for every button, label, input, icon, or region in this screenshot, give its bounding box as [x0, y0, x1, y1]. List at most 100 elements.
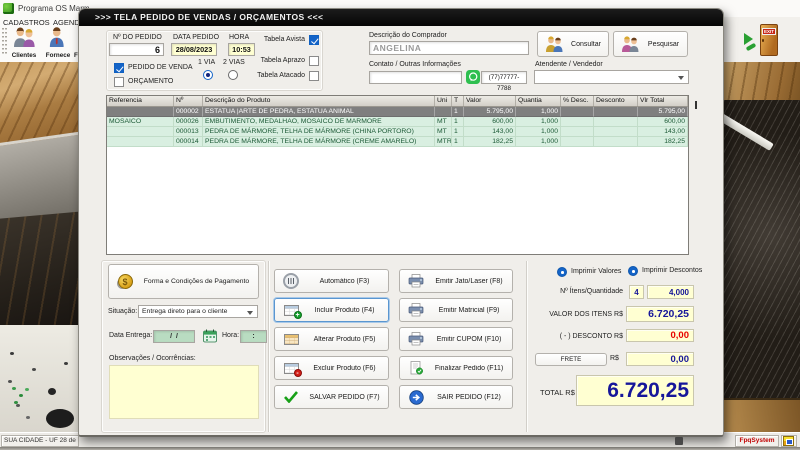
hora-pedido-field[interactable] — [228, 43, 255, 56]
calendar-icon[interactable] — [203, 329, 217, 348]
table-row[interactable]: MOSAICO000026 EMBUTIMENTO, MEDALHAO, MOS… — [107, 117, 688, 127]
observacoes-textarea[interactable] — [109, 365, 259, 419]
pagamento-button[interactable]: Forma e Condições de Pagamento — [108, 264, 259, 299]
people-icon — [11, 27, 37, 47]
menu-cadastros[interactable]: CADASTROS — [3, 18, 50, 27]
finalizar-pedido-button[interactable]: Finalizar Pedido (F11) — [399, 356, 513, 380]
printer-icon — [406, 274, 426, 288]
data-pedido-label: DATA PEDIDO — [173, 34, 219, 41]
printer-icon — [406, 303, 426, 317]
fpqsystem-icon — [783, 436, 794, 446]
total-value: 6.720,25 — [576, 375, 694, 406]
toolbar-clientes-button[interactable]: Clientes — [8, 27, 40, 59]
people-icon — [544, 36, 564, 52]
grid-edit-cursor — [695, 101, 697, 109]
frete-button[interactable]: FRETE — [535, 353, 607, 366]
tabela-avista-checkbox[interactable] — [309, 35, 319, 45]
consultar-button[interactable]: Consultar — [537, 31, 609, 57]
data-entrega-field[interactable] — [153, 330, 195, 343]
sair-pedido-button[interactable]: SAIR PEDIDO (F12) — [399, 385, 513, 409]
consultar-label: Consultar — [564, 41, 608, 48]
observacoes-label: Observações / Ocorrências: — [109, 355, 196, 362]
table-row-selected[interactable]: 000002 ESTATUA |ARTE DE PEDRA, ESTATUA A… — [107, 107, 688, 117]
salvar-pedido-button[interactable]: SALVAR PEDIDO (F7) — [274, 385, 389, 409]
data-pedido-field[interactable] — [171, 43, 217, 56]
tabela-aprazo-checkbox[interactable] — [309, 56, 319, 66]
emitir-matricial-button[interactable]: Emitir Matricial (F9) — [399, 298, 513, 322]
exit-door-icon[interactable]: EXIT — [744, 23, 780, 60]
situacao-select[interactable]: Entrega direto para o cliente — [138, 305, 258, 318]
grid-add-icon — [281, 305, 301, 316]
people-icon — [620, 36, 640, 52]
check-icon — [281, 391, 301, 403]
descricao-comprador-label: Descrição do Comprador — [369, 32, 447, 39]
chevron-down-icon — [247, 311, 253, 318]
frete-value[interactable]: 0,00 — [626, 352, 694, 366]
numero-pedido-field[interactable] — [109, 43, 164, 56]
hora-entrega-field[interactable] — [240, 330, 267, 343]
atendente-select[interactable] — [534, 70, 689, 84]
phone-field[interactable]: (77)77777-7788 — [481, 71, 527, 84]
products-grid[interactable]: Referencia Nº Descrição do Produto Uni T… — [106, 95, 689, 255]
hora-entrega-label: Hora: — [222, 332, 239, 339]
descricao-comprador-field[interactable] — [369, 41, 529, 55]
pesquisar-label: Pesquisar — [640, 41, 687, 48]
contato-field[interactable] — [369, 71, 462, 84]
incluir-produto-button[interactable]: Incluir Produto (F4) — [274, 298, 389, 322]
itens-quantidade-label: Nº Ítens/Quantidade — [509, 288, 623, 295]
menu-agenda[interactable]: AGEND — [53, 18, 80, 27]
quantidade-value: 4,000 — [647, 285, 694, 299]
whatsapp-icon[interactable] — [466, 70, 480, 89]
dialog-title[interactable]: >>> TELA PEDIDO DE VENDAS / ORÇAMENTOS <… — [79, 9, 723, 26]
barcode-circle-icon — [281, 273, 301, 289]
imprimir-valores-radio[interactable] — [557, 267, 567, 277]
situacao-label: Situação: — [108, 308, 137, 315]
pagamento-label: Forma e Condições de Pagamento — [135, 278, 258, 285]
imprimir-descontos-label: Imprimir Descontos — [642, 267, 702, 274]
via1-label: 1 VIA — [198, 59, 215, 66]
via1-radio[interactable] — [203, 70, 213, 80]
grid-edit-icon — [281, 334, 301, 345]
marble-photo-left — [0, 57, 78, 432]
pedido-vendas-dialog: >>> TELA PEDIDO DE VENDAS / ORÇAMENTOS <… — [78, 8, 724, 437]
table-row[interactable]: 000014 PEDRA DE MÁRMORE, TELHA DE MÁRMOR… — [107, 137, 688, 147]
valor-itens-label: VALOR DOS ITENS R$ — [509, 311, 623, 318]
imprimir-valores-label: Imprimir Valores — [571, 268, 621, 275]
status-city-label: SUA CIDADE - UF 28 de — [1, 435, 79, 447]
emitir-jato-laser-button[interactable]: Emitir Jato/Laser (F8) — [399, 269, 513, 293]
table-row[interactable]: 000013 PEDRA DE MÁRMORE, TELHA DE MÁRMOR… — [107, 127, 688, 137]
frete-moeda-label: R$ — [610, 355, 619, 362]
emitir-cupom-button[interactable]: Emitir CUPOM (F10) — [399, 327, 513, 351]
panel-divider — [526, 261, 528, 432]
atendente-label: Atendente / Vendedor — [535, 61, 603, 68]
brand-label: FpqSystem — [735, 435, 779, 447]
screen: Programa OS Marm CADASTROS AGEND Cliente… — [0, 0, 800, 450]
person-icon — [45, 27, 71, 47]
automatico-button[interactable]: Automático (F3) — [274, 269, 389, 293]
exit-arrow-icon — [406, 390, 426, 405]
orcamento-checkbox[interactable] — [114, 77, 124, 87]
grid-header: Referencia Nº Descrição do Produto Uni T… — [107, 96, 688, 107]
excluir-produto-button[interactable]: Excluir Produto (F6) — [274, 356, 389, 380]
total-label: TOTAL R$ — [540, 388, 575, 397]
exit-sign-label: EXIT — [762, 28, 776, 35]
imprimir-descontos-radio[interactable] — [628, 266, 638, 276]
numero-pedido-label: Nº DO PEDIDO — [113, 34, 162, 41]
valor-itens-value: 6.720,25 — [626, 306, 694, 322]
tabela-atacado-checkbox[interactable] — [309, 71, 319, 81]
toolbar-fornecedores-button[interactable]: Fornece — [42, 27, 74, 59]
alterar-produto-button[interactable]: Alterar Produto (F5) — [274, 327, 389, 351]
status-printer-icon — [675, 437, 683, 445]
data-entrega-label: Data Entrega: — [109, 332, 152, 339]
tabela-avista-label: Tabela Avista — [229, 36, 305, 43]
pedido-venda-label: PEDIDO DE VENDA — [128, 64, 193, 71]
pedido-venda-checkbox[interactable] — [114, 63, 124, 73]
desconto-value[interactable]: 0,00 — [626, 329, 694, 342]
brand-icon-box — [781, 435, 797, 447]
document-check-icon — [406, 361, 426, 375]
printer-icon — [406, 332, 426, 346]
tabela-atacado-label: Tabela Atacado — [229, 72, 305, 79]
pesquisar-button[interactable]: Pesquisar — [613, 31, 688, 57]
panel-divider — [268, 261, 270, 432]
tabela-aprazo-label: Tabela Aprazo — [229, 57, 305, 64]
